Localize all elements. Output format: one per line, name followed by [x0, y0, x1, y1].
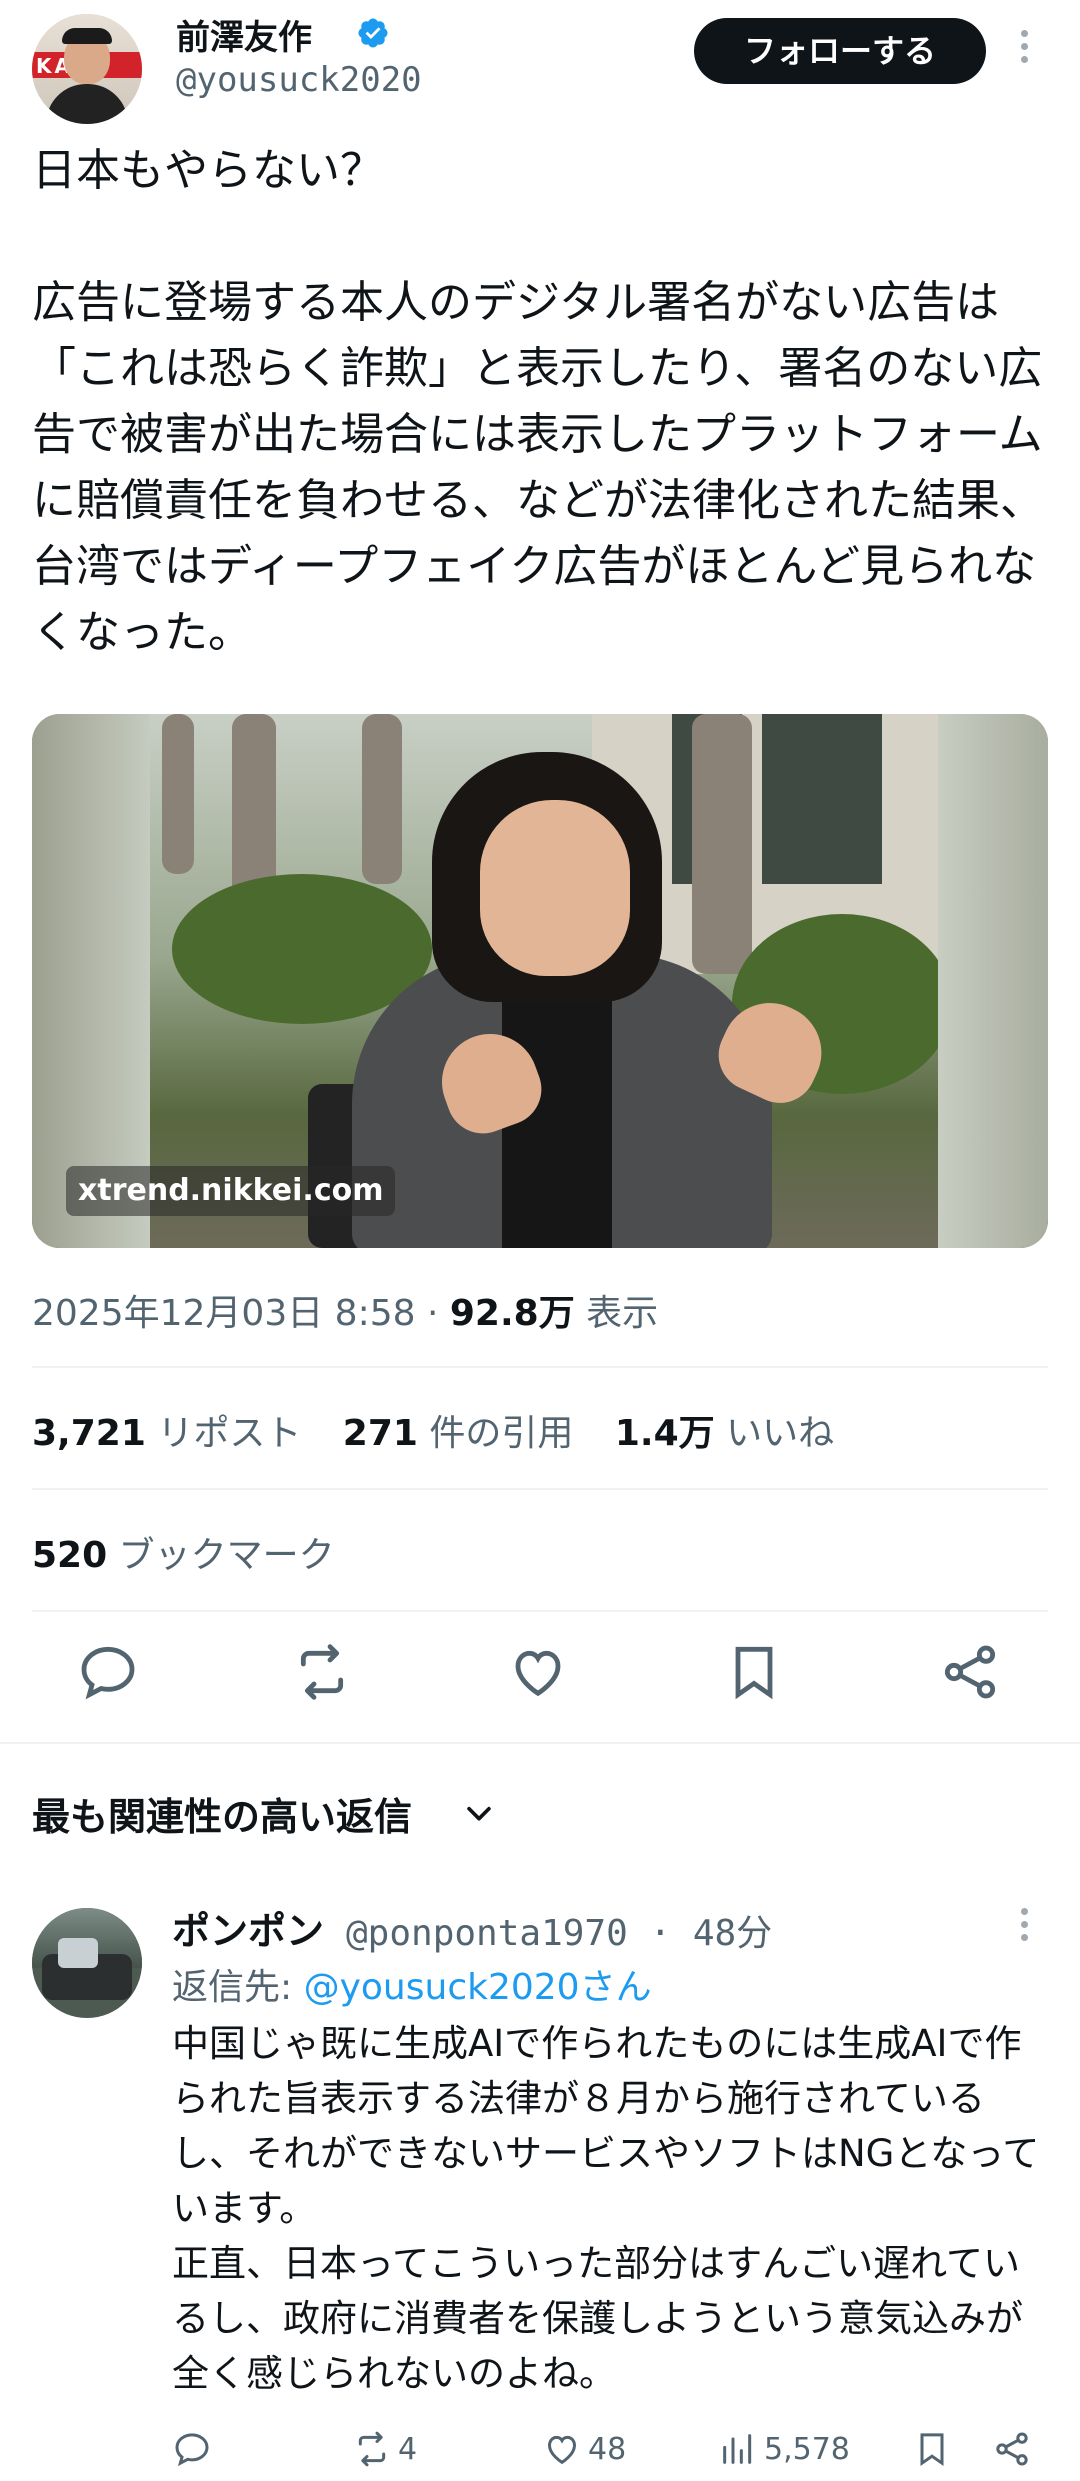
- divider: [32, 1610, 1048, 1612]
- reply-to-label: 返信先:: [172, 1967, 293, 2008]
- reply-reply-button[interactable]: [172, 2424, 218, 2474]
- reply-more-options-icon[interactable]: [1014, 1908, 1034, 1952]
- bookmarks-label: ブックマーク: [118, 1535, 335, 1576]
- bookmark-icon: [920, 2433, 944, 2467]
- reply-views-button[interactable]: 5,578: [718, 2424, 850, 2474]
- bookmarks-stat[interactable]: 520 ブックマーク: [32, 1526, 335, 1578]
- reposts-label: リポスト: [157, 1413, 302, 1454]
- reply-author-handle[interactable]: @ponponta1970 · 48分: [346, 1904, 772, 1956]
- reply-repost-count: 4: [398, 2431, 418, 2467]
- quotes-label: 件の引用: [429, 1413, 574, 1454]
- views-chart-icon: [723, 2434, 752, 2464]
- reply-author-name[interactable]: ポンポン: [172, 1900, 324, 1955]
- likes-stat[interactable]: 1.4万 いいね: [615, 1404, 834, 1456]
- tweet-header: KA & 前澤友作 @yousuck2020 フォローする: [0, 0, 1080, 124]
- tweet-timestamp[interactable]: 2025年12月03日 8:58: [32, 1293, 416, 1334]
- views-label: 表示: [586, 1293, 659, 1334]
- reply-views-count: 5,578: [764, 2431, 850, 2467]
- section-divider: [0, 1742, 1080, 1744]
- likes-label: いいね: [726, 1413, 835, 1454]
- reply-author-avatar[interactable]: [32, 1908, 142, 2018]
- reply-repost-button[interactable]: 4: [352, 2424, 417, 2474]
- image-source-watermark: xtrend.nikkei.com: [66, 1166, 396, 1216]
- follow-button[interactable]: フォローする: [694, 18, 986, 84]
- reply-handle-text: @ponponta1970: [346, 1913, 628, 1954]
- divider: [32, 1366, 1048, 1368]
- reply-bookmark-button[interactable]: [912, 2424, 958, 2474]
- like-icon: [547, 2435, 577, 2465]
- likes-count: 1.4万: [614, 1413, 715, 1454]
- quotes-count: 271: [342, 1413, 418, 1454]
- author-handle[interactable]: @yousuck2020: [176, 60, 422, 100]
- reply-to-line: 返信先: @yousuck2020さん: [172, 1958, 652, 2010]
- reply-like-button[interactable]: 48: [542, 2424, 626, 2474]
- reply-to-mention-link[interactable]: @yousuck2020さん: [304, 1967, 652, 2008]
- share-icon[interactable]: [938, 1640, 1002, 1704]
- divider: [32, 1488, 1048, 1490]
- chevron-down-icon[interactable]: [462, 1796, 496, 1830]
- tweet-text: 日本もやらない？ 広告に登場する本人のデジタル署名がない広告は「これは恐らく詐欺…: [32, 145, 1044, 658]
- reposts-count: 3,721: [32, 1413, 146, 1454]
- more-options-icon[interactable]: [1014, 30, 1034, 74]
- tweet-image[interactable]: xtrend.nikkei.com: [32, 714, 1048, 1248]
- tweet-meta: 2025年12月03日 8:58 · 92.8万 表示: [32, 1293, 659, 1334]
- engagement-stats: 3,721 リポスト 271 件の引用 1.4万 いいね: [32, 1404, 864, 1456]
- repost-icon: [358, 2431, 386, 2467]
- reposts-stat[interactable]: 3,721 リポスト: [32, 1404, 301, 1456]
- bookmark-icon[interactable]: [722, 1640, 786, 1704]
- like-icon[interactable]: [506, 1640, 570, 1704]
- replies-sort-label[interactable]: 最も関連性の高い返信: [32, 1786, 412, 1841]
- reply-like-count: 48: [588, 2431, 627, 2467]
- reply-share-button[interactable]: [992, 2424, 1038, 2474]
- views-count: 92.8万: [449, 1293, 575, 1334]
- verified-badge-icon: [358, 18, 388, 48]
- tweet-action-bar: [0, 1640, 1080, 1720]
- reply-text: 中国じゃ既に生成AIで作られたものには生成AIで作られた旨表示する法律が８月から…: [172, 2022, 1040, 2395]
- author-name[interactable]: 前澤友作: [176, 10, 312, 59]
- reply-action-bar: 4 48 5,578: [172, 2424, 1052, 2474]
- share-icon: [996, 2432, 1028, 2466]
- quotes-stat[interactable]: 271 件の引用: [343, 1404, 574, 1456]
- bookmarks-count: 520: [32, 1535, 108, 1576]
- reply-icon: [175, 2433, 209, 2467]
- author-avatar[interactable]: KA &: [32, 14, 142, 124]
- reply-icon[interactable]: [76, 1640, 140, 1704]
- reply-time[interactable]: 48分: [693, 1913, 772, 1954]
- repost-icon[interactable]: [290, 1640, 354, 1704]
